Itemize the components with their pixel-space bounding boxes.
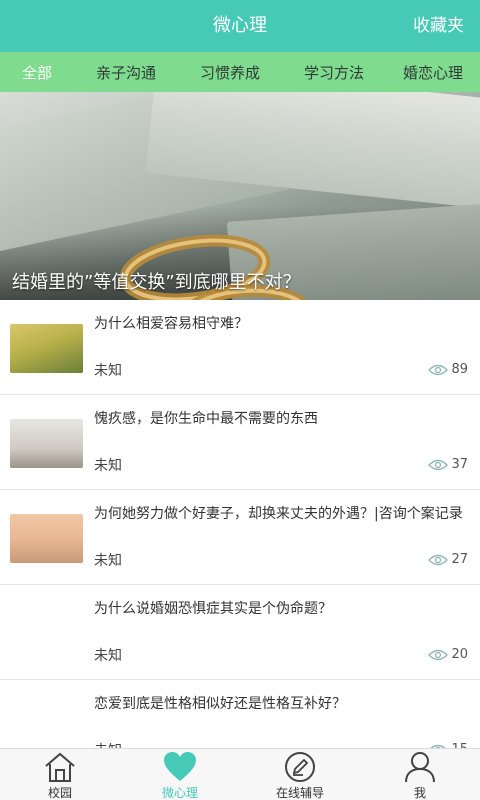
featured-banner[interactable]: 结婚里的”等值交换”到底哪里不对？ [0, 92, 480, 300]
view-count-value: 37 [451, 457, 468, 472]
nav-online-tutoring[interactable]: 在线辅导 [240, 749, 360, 800]
view-count: 37 [428, 457, 468, 472]
article-title: 为何她努力做个好妻子，却换来丈夫的外遇？|咨询个案记录 [94, 506, 463, 522]
tab-study-methods[interactable]: 学习方法 [282, 62, 386, 83]
nav-label: 微心理 [161, 786, 198, 800]
nav-micro-psychology[interactable]: 微心理 [120, 749, 240, 800]
category-tabs: 全部 亲子沟通 习惯养成 学习方法 婚恋心理 [0, 52, 480, 92]
tab-all[interactable]: 全部 [0, 62, 74, 83]
article-author: 未知 [94, 553, 122, 569]
view-count: 27 [428, 552, 468, 567]
eye-icon [428, 364, 449, 375]
article-author: 未知 [94, 648, 122, 664]
article-title: 为什么相爱容易相守难？ [94, 316, 248, 332]
article-thumbnail [10, 419, 83, 468]
user-icon [405, 752, 435, 783]
tab-marriage-psychology[interactable]: 婚恋心理 [386, 62, 480, 83]
list-item[interactable]: 愧疚感，是你生命中最不需要的东西 未知 37 [0, 395, 480, 490]
eye-icon [428, 459, 449, 470]
view-count-value: 20 [451, 647, 468, 662]
pen-icon [285, 752, 315, 782]
tab-habits[interactable]: 习惯养成 [178, 62, 282, 83]
view-count: 20 [428, 647, 468, 662]
nav-label: 校园 [47, 786, 72, 800]
tab-parent-child[interactable]: 亲子沟通 [74, 62, 178, 83]
heart-icon [164, 752, 196, 781]
nav-campus[interactable]: 校园 [0, 749, 120, 800]
eye-icon [428, 554, 449, 565]
list-item[interactable]: 恋爱到底是性格相似好还是性格互补好？ 未知 15 [0, 680, 480, 748]
eye-icon [428, 649, 449, 660]
list-item[interactable]: 为什么相爱容易相守难？ 未知 89 [0, 300, 480, 395]
article-list: 为什么相爱容易相守难？ 未知 89 愧疚感，是你生命中最不需要的东西 未知 37… [0, 300, 480, 748]
article-title: 为什么说婚姻恐惧症其实是个伪命题？ [94, 601, 332, 617]
article-author: 未知 [94, 458, 122, 474]
view-count-value: 89 [451, 362, 468, 377]
article-author: 未知 [94, 740, 122, 748]
banner-caption: 结婚里的”等值交换”到底哪里不对？ [12, 272, 301, 293]
article-author: 未知 [94, 363, 122, 379]
article-title: 恋爱到底是性格相似好还是性格互补好？ [94, 696, 346, 712]
list-item[interactable]: 为何她努力做个好妻子，却换来丈夫的外遇？|咨询个案记录 未知 27 [0, 490, 480, 585]
nav-label: 我 [413, 786, 426, 800]
article-thumbnail [10, 324, 83, 373]
article-thumbnail [10, 514, 83, 563]
app-header: 微心理 收藏夹 [0, 0, 480, 52]
nav-me[interactable]: 我 [360, 749, 480, 800]
article-title: 愧疚感，是你生命中最不需要的东西 [94, 411, 318, 427]
view-count-value: 27 [451, 552, 468, 567]
bottom-navigation: 校园 微心理 在线辅导 我 [0, 748, 480, 800]
home-icon [45, 752, 75, 782]
list-item[interactable]: 为什么说婚姻恐惧症其实是个伪命题？ 未知 20 [0, 585, 480, 680]
nav-label: 在线辅导 [275, 786, 324, 800]
page-title: 微心理 [213, 15, 267, 36]
favorites-button[interactable]: 收藏夹 [413, 0, 464, 52]
view-count: 89 [428, 362, 468, 377]
